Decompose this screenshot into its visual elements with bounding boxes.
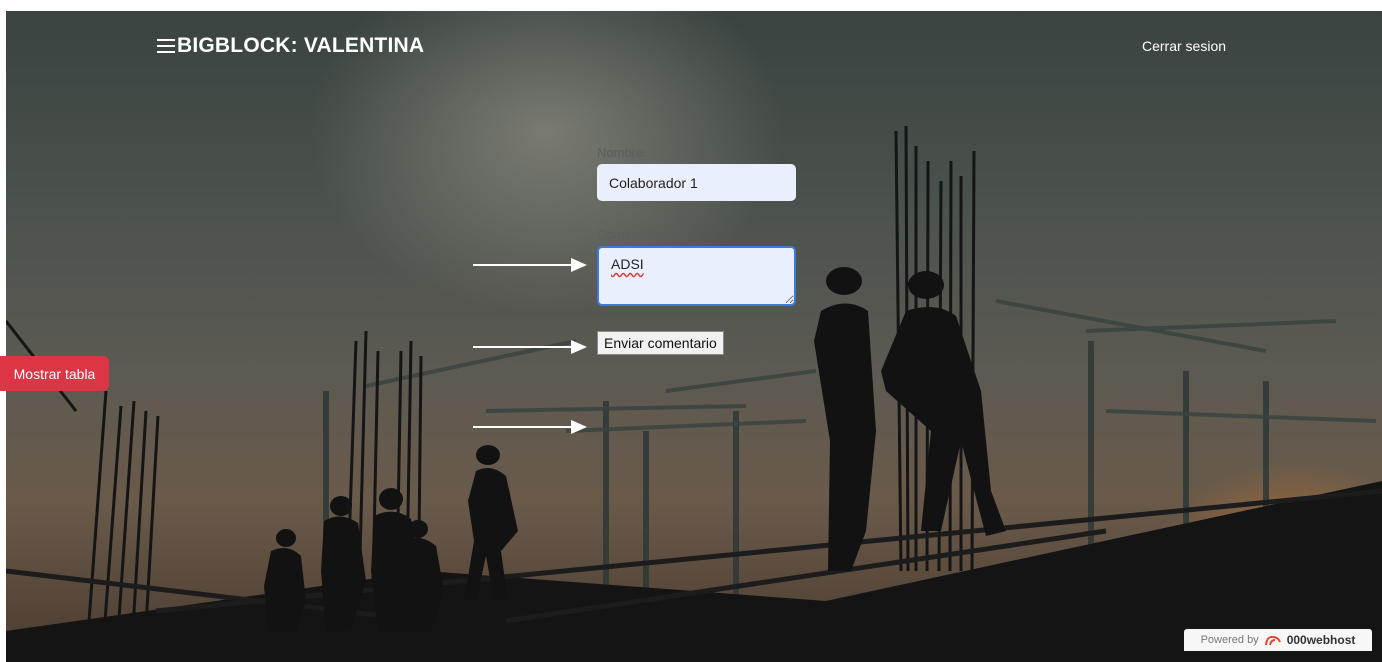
hamburger-icon[interactable] [157, 35, 175, 57]
brand-title-text: BIGBLOCK: VALENTINA [177, 34, 425, 57]
show-table-button[interactable]: Mostrar tabla [0, 356, 109, 391]
brand-title: BIGBLOCK: VALENTINA [157, 34, 424, 58]
comment-textarea[interactable]: ADSI [597, 246, 796, 306]
annotation-arrow-icon [473, 340, 587, 354]
annotation-arrow-icon [473, 258, 587, 272]
submit-comment-button[interactable]: Enviar comentario [597, 331, 724, 355]
powered-by-text: Powered by [1200, 634, 1259, 646]
powered-by-badge[interactable]: Powered by 000webhost [1184, 629, 1372, 651]
webhost-logo-icon [1264, 635, 1281, 646]
name-label: Nombre: [597, 145, 647, 160]
logout-link[interactable]: Cerrar sesion [1142, 38, 1226, 54]
annotation-arrow-icon [473, 420, 587, 434]
name-input[interactable] [597, 164, 796, 201]
comment-label: Comentario: [597, 227, 668, 242]
host-name: 000webhost [1286, 633, 1356, 647]
